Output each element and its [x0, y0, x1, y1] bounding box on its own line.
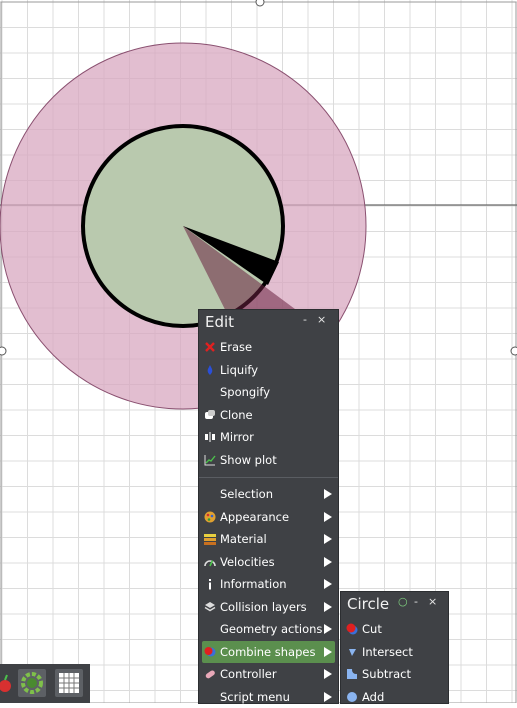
- submenu-controller[interactable]: Controller: [199, 663, 338, 686]
- menu-item-label: Appearance: [220, 510, 289, 524]
- menu-item-label: Controller: [220, 667, 277, 681]
- handle-right[interactable]: [511, 347, 517, 355]
- close-button[interactable]: ×: [317, 313, 326, 326]
- menu-item-add[interactable]: Add: [341, 686, 448, 708]
- intersect-icon: [346, 646, 358, 658]
- close-button[interactable]: ×: [428, 595, 437, 608]
- menu-item-label: Information: [220, 577, 287, 591]
- menu-separator: [199, 477, 338, 478]
- menu-item-label: Subtract: [362, 667, 411, 681]
- submenu-arrow-icon: [324, 647, 332, 657]
- submenu-arrow-icon: [324, 602, 332, 612]
- menu-item-label: Velocities: [220, 555, 275, 569]
- submenu-appearance[interactable]: Appearance: [199, 506, 338, 529]
- menu-item-label: Mirror: [220, 430, 254, 444]
- submenu-selection[interactable]: Selection: [199, 483, 338, 506]
- mirror-icon: [204, 431, 216, 443]
- layers-icon: [204, 601, 216, 613]
- submenu-arrow-icon: [324, 669, 332, 679]
- pin-icon[interactable]: ○: [398, 595, 408, 608]
- apple-tool-button[interactable]: [0, 669, 14, 697]
- material-icon: [204, 533, 216, 545]
- minimize-button[interactable]: -: [303, 313, 307, 326]
- information-icon: [204, 578, 216, 590]
- controller-icon: [204, 668, 216, 680]
- circle-menu-title-bar[interactable]: Circle ○ - ×: [341, 592, 448, 618]
- menu-item-label: Intersect: [362, 645, 413, 659]
- subtract-icon: [346, 668, 358, 680]
- submenu-collision-layers[interactable]: Collision layers: [199, 596, 338, 619]
- menu-item-label: Combine shapes: [220, 645, 315, 659]
- menu-item-label: Liquify: [220, 363, 258, 377]
- cut-icon: [346, 623, 358, 635]
- submenu-velocities[interactable]: Velocities: [199, 551, 338, 574]
- menu-item-label: Cut: [362, 622, 382, 636]
- appearance-icon: [204, 511, 216, 523]
- plot-icon: [204, 454, 216, 466]
- menu-item-label: Spongify: [220, 385, 270, 399]
- submenu-geometry-actions[interactable]: Geometry actions: [199, 618, 338, 641]
- menu-item-label: Material: [220, 532, 267, 546]
- menu-item-mirror[interactable]: Mirror: [199, 426, 338, 449]
- submenu-arrow-icon: [324, 489, 332, 499]
- circle-menu: Circle ○ - × Cut Intersect Subtract Add: [341, 592, 448, 703]
- combine-icon: [204, 646, 216, 658]
- submenu-arrow-icon: [324, 512, 332, 522]
- menu-item-label: Add: [362, 690, 384, 704]
- menu-item-liquify[interactable]: Liquify: [199, 359, 338, 382]
- circle-menu-title: Circle: [347, 595, 389, 613]
- submenu-material[interactable]: Material: [199, 528, 338, 551]
- clone-icon: [204, 409, 216, 421]
- menu-item-intersect[interactable]: Intersect: [341, 641, 448, 664]
- menu-item-cut[interactable]: Cut: [341, 618, 448, 641]
- menu-item-show-plot[interactable]: Show plot: [199, 449, 338, 472]
- gear-icon: [18, 669, 46, 697]
- liquify-icon: [204, 364, 216, 376]
- menu-item-label: Selection: [220, 487, 273, 501]
- menu-item-label: Collision layers: [220, 600, 307, 614]
- menu-item-spongify[interactable]: Spongify: [199, 381, 338, 404]
- velocities-icon: [204, 556, 216, 568]
- edit-menu-title: Edit: [205, 313, 234, 331]
- grid-icon: [55, 669, 83, 697]
- apple-icon: [0, 669, 14, 697]
- submenu-arrow-icon: [324, 579, 332, 589]
- menu-item-label: Script menu: [220, 690, 290, 704]
- submenu-arrow-icon: [324, 692, 332, 702]
- edit-menu-title-bar[interactable]: Edit - ×: [199, 310, 338, 336]
- handle-left[interactable]: [0, 347, 6, 355]
- submenu-script-menu[interactable]: Script menu: [199, 686, 338, 708]
- erase-icon: [204, 341, 216, 353]
- handle-top[interactable]: [256, 0, 264, 6]
- menu-item-label: Show plot: [220, 453, 277, 467]
- menu-item-label: Clone: [220, 408, 253, 422]
- menu-item-label: Erase: [220, 340, 252, 354]
- grid-tool-button[interactable]: [55, 669, 83, 697]
- submenu-combine-shapes[interactable]: Combine shapes: [202, 641, 335, 664]
- gear-tool-button[interactable]: [18, 669, 46, 697]
- submenu-arrow-icon: [324, 557, 332, 567]
- bottom-toolbar: [0, 664, 90, 703]
- submenu-arrow-icon: [324, 624, 332, 634]
- menu-item-erase[interactable]: Erase: [199, 336, 338, 359]
- minimize-button[interactable]: -: [414, 595, 418, 608]
- menu-item-label: Geometry actions: [220, 622, 322, 636]
- add-icon: [346, 691, 358, 703]
- submenu-arrow-icon: [324, 534, 332, 544]
- menu-item-clone[interactable]: Clone: [199, 404, 338, 427]
- submenu-information[interactable]: Information: [199, 573, 338, 596]
- edit-menu: Edit - × Erase Liquify Spongify Clone Mi…: [199, 310, 338, 703]
- menu-item-subtract[interactable]: Subtract: [341, 663, 448, 686]
